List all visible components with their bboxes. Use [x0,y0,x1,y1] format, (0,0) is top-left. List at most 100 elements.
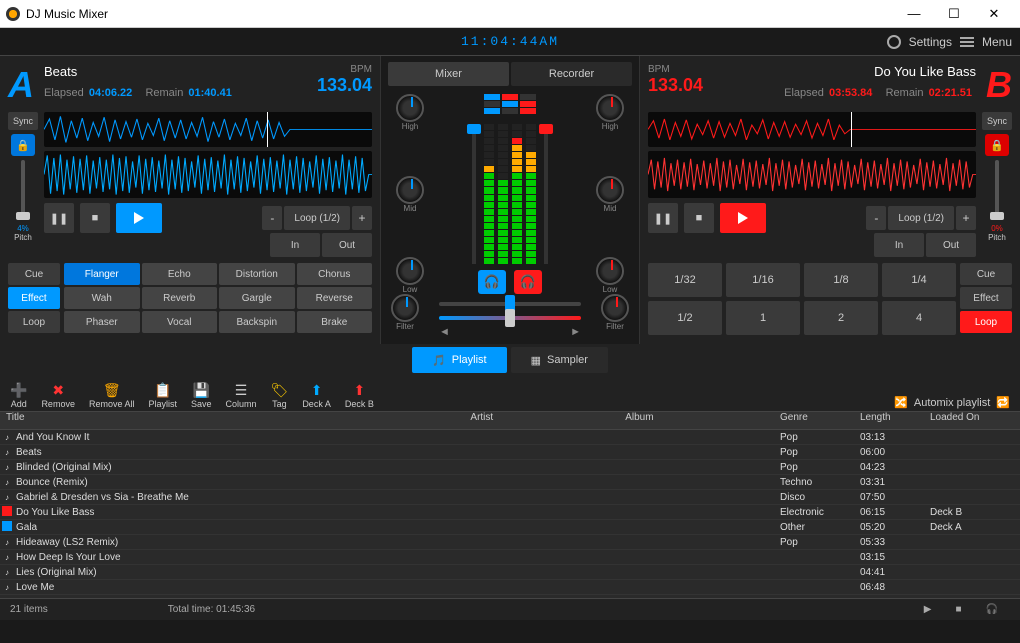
deck-b-loop-2[interactable]: 2 [804,301,878,335]
deck-a-fx-brake[interactable]: Brake [297,311,373,333]
deck-b-loop-display[interactable]: Loop (1/2) [888,206,954,230]
deck-a-detail-waveform[interactable] [44,151,372,198]
deck-a-fx-reverb[interactable]: Reverb [142,287,218,309]
deck-a-loop-plus[interactable]: + [352,206,372,230]
toolbar-remove-all[interactable]: 🗑Remove All [89,382,135,409]
playlist-row[interactable]: ♪How Deep Is Your Love03:15 [0,550,1020,565]
playlist-row[interactable]: ♪Lies (Original Mix)04:41 [0,565,1020,580]
toolbar-add[interactable]: ➕Add [10,382,27,409]
gear-icon[interactable] [887,35,901,49]
deck-a-play-button[interactable] [116,203,162,233]
eq-mid-a[interactable] [396,176,424,204]
deck-a-fx-echo[interactable]: Echo [142,263,218,285]
deck-a-loop-out[interactable]: Out [322,233,372,257]
deck-a-fx-backspin[interactable]: Backspin [219,311,295,333]
shuffle-icon[interactable]: 🔀 [894,396,908,409]
arrow-left-icon[interactable]: ◄ [439,326,450,338]
filter-knob-a[interactable] [391,294,419,322]
deck-a-fx-gargle[interactable]: Gargle [219,287,295,309]
deck-b-sync-button[interactable]: Sync [982,112,1012,130]
status-stop-icon[interactable]: ■ [956,604,962,615]
toolbar-remove[interactable]: ✖Remove [41,382,75,409]
playlist-row[interactable]: ♪Blinded (Original Mix)Pop04:23 [0,460,1020,475]
eq-low-b[interactable] [596,257,624,285]
deck-b-pause-button[interactable]: ❚❚ [648,203,678,233]
hamburger-icon[interactable] [960,35,974,49]
deck-b-loop-plus[interactable]: + [956,206,976,230]
deck-a-fx-reverse[interactable]: Reverse [297,287,373,309]
deck-b-overview-waveform[interactable] [648,112,976,147]
toolbar-playlist[interactable]: 📋Playlist [148,382,177,409]
close-button[interactable]: ✕ [974,6,1014,22]
playlist-row[interactable]: ♪Love Me06:48 [0,580,1020,595]
headphone-cue-b[interactable]: 🎧 [514,270,542,294]
deck-a-loop-display[interactable]: Loop (1/2) [284,206,350,230]
deck-b-loop-in[interactable]: In [874,233,924,257]
deck-b-loop-out[interactable]: Out [926,233,976,257]
playlist-row[interactable]: ♪Bounce (Remix)Techno03:31 [0,475,1020,490]
crossfader-cue[interactable] [439,316,581,320]
deck-a-pause-button[interactable]: ❚❚ [44,203,74,233]
deck-b-loop-1-4[interactable]: 1/4 [882,263,956,297]
deck-a-fx-vocal[interactable]: Vocal [142,311,218,333]
toolbar-tag[interactable]: 🏷Tag [271,382,289,409]
deck-a-volume-slider[interactable] [472,124,476,264]
tab-mixer[interactable]: Mixer [388,62,509,86]
filter-knob-b[interactable] [601,294,629,322]
tab-playlist[interactable]: 🎵Playlist [412,347,507,373]
playlist-row[interactable]: ♪Hideaway (LS2 Remix)Pop05:33 [0,535,1020,550]
deck-b-play-button[interactable] [720,203,766,233]
toolbar-deck-a[interactable]: ⬆Deck A [302,382,331,409]
deck-b-side-effect[interactable]: Effect [960,287,1012,309]
tab-recorder[interactable]: Recorder [511,62,632,86]
deck-a-fx-flanger[interactable]: Flanger [64,263,140,285]
toolbar-deck-b[interactable]: ⬆Deck B [345,382,374,409]
toolbar-column[interactable]: ☰Column [226,382,257,409]
crossfader[interactable] [439,302,581,306]
deck-a-overview-waveform[interactable] [44,112,372,147]
deck-a-side-loop[interactable]: Loop [8,311,60,333]
deck-a-lock-button[interactable]: 🔒 [11,134,35,156]
deck-a-stop-button[interactable]: ■ [80,203,110,233]
playlist-row[interactable]: Do You Like BassElectronic06:15Deck B [0,505,1020,520]
deck-a-sync-button[interactable]: Sync [8,112,38,130]
repeat-icon[interactable]: 🔁 [996,396,1010,409]
playlist-row[interactable]: ♪BeatsPop06:00 [0,445,1020,460]
deck-b-loop-1-32[interactable]: 1/32 [648,263,722,297]
deck-b-loop-1-8[interactable]: 1/8 [804,263,878,297]
playlist-row[interactable]: ♪Gabriel & Dresden vs Sia - Breathe MeDi… [0,490,1020,505]
deck-b-loop-1-2[interactable]: 1/2 [648,301,722,335]
deck-a-side-effect[interactable]: Effect [8,287,60,309]
deck-a-pitch-slider[interactable] [21,160,25,220]
deck-b-loop-1-16[interactable]: 1/16 [726,263,800,297]
deck-a-side-cue[interactable]: Cue [8,263,60,285]
deck-b-detail-waveform[interactable] [648,151,976,198]
arrow-right-icon[interactable]: ► [570,326,581,338]
deck-a-loop-in[interactable]: In [270,233,320,257]
minimize-button[interactable]: — [894,6,934,21]
deck-a-fx-distortion[interactable]: Distortion [219,263,295,285]
deck-b-loop-4[interactable]: 4 [882,301,956,335]
settings-button[interactable]: Settings [909,35,952,49]
status-play-icon[interactable]: ▶ [924,604,932,615]
deck-b-loop-1[interactable]: 1 [726,301,800,335]
menu-button[interactable]: Menu [982,35,1012,49]
deck-a-loop-minus[interactable]: - [262,206,282,230]
eq-high-b[interactable] [596,94,624,122]
tab-sampler[interactable]: ▦Sampler [511,347,608,373]
toolbar-save[interactable]: 💾Save [191,382,212,409]
playlist-row[interactable]: GalaOther05:20Deck A [0,520,1020,535]
eq-high-a[interactable] [396,94,424,122]
deck-a-fx-wah[interactable]: Wah [64,287,140,309]
status-headphone-icon[interactable]: 🎧 [986,604,998,615]
eq-mid-b[interactable] [596,176,624,204]
deck-b-stop-button[interactable]: ■ [684,203,714,233]
deck-b-side-cue[interactable]: Cue [960,263,1012,285]
deck-b-lock-button[interactable]: 🔒 [985,134,1009,156]
deck-b-volume-slider[interactable] [544,124,548,264]
deck-b-pitch-slider[interactable] [995,160,999,220]
deck-a-fx-phaser[interactable]: Phaser [64,311,140,333]
deck-b-loop-minus[interactable]: - [866,206,886,230]
automix-button[interactable]: Automix playlist [914,397,990,409]
playlist-row[interactable]: ♪And You Know ItPop03:13 [0,430,1020,445]
